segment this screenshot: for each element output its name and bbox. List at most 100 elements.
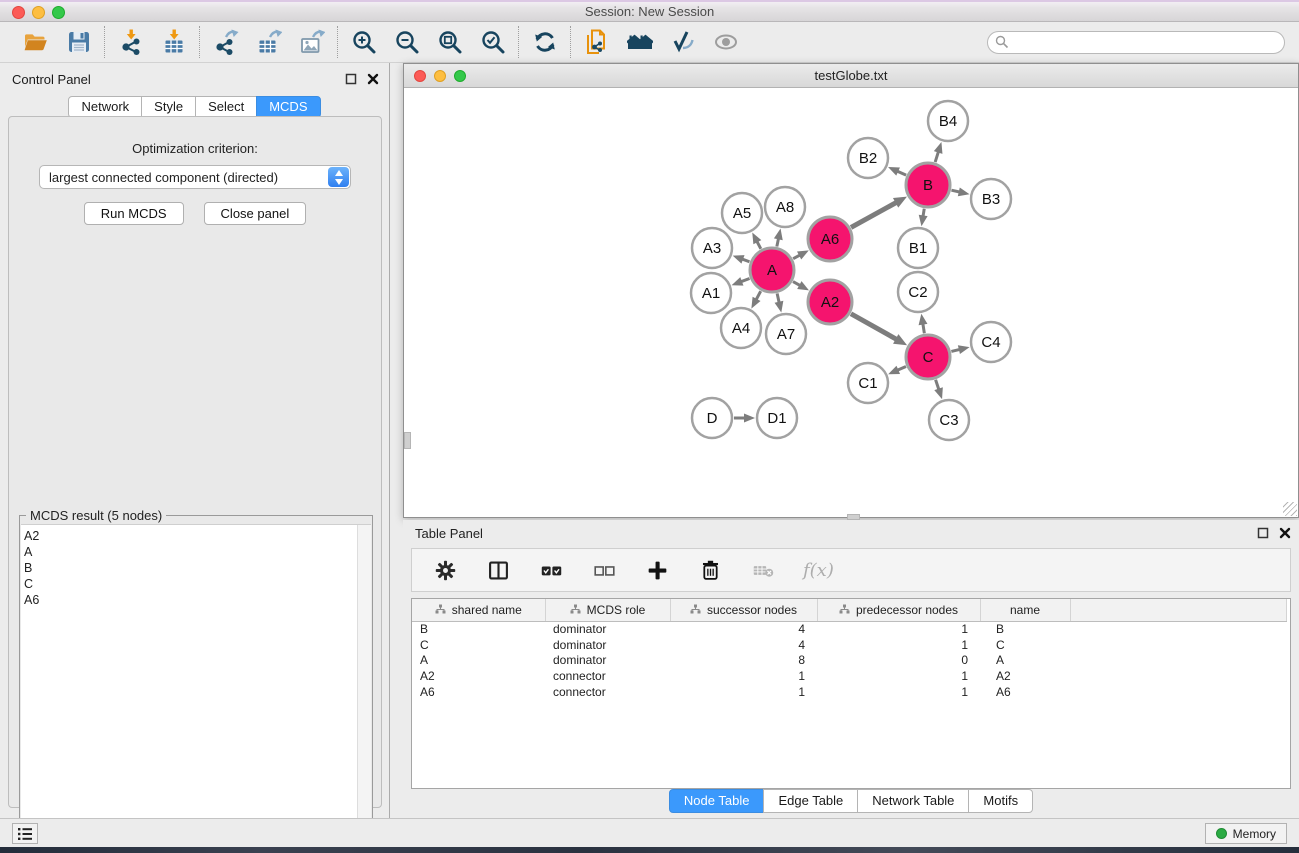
search-input[interactable] xyxy=(987,31,1285,54)
graph-node-A5[interactable]: A5 xyxy=(722,193,762,233)
table-cell[interactable]: 1 xyxy=(817,668,980,684)
table-cell[interactable]: connector xyxy=(545,668,670,684)
tab-network-table[interactable]: Network Table xyxy=(857,789,969,813)
table-cell[interactable]: 4 xyxy=(670,621,817,637)
float-panel-icon[interactable] xyxy=(345,73,357,85)
table-cell[interactable]: 4 xyxy=(670,637,817,653)
graph-edge-A2-C[interactable] xyxy=(851,314,898,340)
zoom-selected-icon[interactable] xyxy=(479,29,506,56)
zoom-in-icon[interactable] xyxy=(350,29,377,56)
show-hide-graphics-icon[interactable] xyxy=(712,29,739,56)
tab-edge-table[interactable]: Edge Table xyxy=(763,789,858,813)
table-cell[interactable]: dominator xyxy=(545,652,670,668)
mcds-result-item[interactable]: A xyxy=(24,544,371,560)
graph-node-D1[interactable]: D1 xyxy=(757,398,797,438)
table-header-row[interactable]: shared nameMCDS rolesuccessor nodesprede… xyxy=(412,599,1286,621)
export-table-icon[interactable] xyxy=(255,29,282,56)
network-vscrollbar[interactable] xyxy=(404,432,411,449)
tab-style[interactable]: Style xyxy=(141,96,196,118)
graph-edge-A6-B[interactable] xyxy=(851,202,897,228)
export-network-icon[interactable] xyxy=(212,29,239,56)
column-header-predecessor-nodes[interactable]: predecessor nodes xyxy=(817,599,980,621)
refresh-icon[interactable] xyxy=(531,29,558,56)
table-cell[interactable]: 8 xyxy=(670,652,817,668)
graph-node-A[interactable]: A xyxy=(750,248,794,292)
graph-node-A4[interactable]: A4 xyxy=(721,308,761,348)
window-resize-grip[interactable] xyxy=(1283,502,1297,516)
memory-button[interactable]: Memory xyxy=(1205,823,1287,844)
graph-node-A1[interactable]: A1 xyxy=(691,273,731,313)
graph-node-A8[interactable]: A8 xyxy=(765,187,805,227)
table-settings-gear-icon[interactable] xyxy=(432,557,459,584)
table-cell[interactable]: A6 xyxy=(412,684,545,700)
table-cell[interactable]: A2 xyxy=(980,668,1070,684)
graph-node-C4[interactable]: C4 xyxy=(971,322,1011,362)
select-all-icon[interactable] xyxy=(538,557,565,584)
table-cell[interactable]: 1 xyxy=(817,684,980,700)
task-history-button[interactable] xyxy=(12,823,38,844)
zoom-fit-icon[interactable] xyxy=(436,29,463,56)
tab-mcds[interactable]: MCDS xyxy=(256,96,320,118)
column-header-name[interactable]: name xyxy=(980,599,1070,621)
export-image-icon[interactable] xyxy=(298,29,325,56)
close-panel-icon[interactable] xyxy=(367,73,379,85)
mcds-result-item[interactable]: C xyxy=(24,576,371,592)
result-scrollbar[interactable] xyxy=(357,525,371,849)
open-file-icon[interactable] xyxy=(22,29,49,56)
graph-node-B3[interactable]: B3 xyxy=(971,179,1011,219)
unselect-all-icon[interactable] xyxy=(591,557,618,584)
table-cell[interactable]: dominator xyxy=(545,637,670,653)
clone-network-icon[interactable] xyxy=(583,29,610,56)
graph-node-B2[interactable]: B2 xyxy=(848,138,888,178)
import-table-icon[interactable] xyxy=(160,29,187,56)
graph-node-C2[interactable]: C2 xyxy=(898,272,938,312)
network-canvas[interactable]: B4B2BB3A8A5A6A3B1AA1C2A2A4A7C4CC1C3DD1 xyxy=(404,88,1298,517)
table-cell[interactable]: A xyxy=(980,652,1070,668)
graph-node-B4[interactable]: B4 xyxy=(928,101,968,141)
graphics-details-icon[interactable] xyxy=(669,29,696,56)
graph-node-A6[interactable]: A6 xyxy=(808,217,852,261)
zoom-out-icon[interactable] xyxy=(393,29,420,56)
table-cell[interactable]: A2 xyxy=(412,668,545,684)
table-cell[interactable]: 1 xyxy=(670,684,817,700)
graph-node-A7[interactable]: A7 xyxy=(766,314,806,354)
mcds-result-item[interactable]: A2 xyxy=(24,528,371,544)
tab-network[interactable]: Network xyxy=(68,96,142,118)
add-column-icon[interactable] xyxy=(644,557,671,584)
save-session-icon[interactable] xyxy=(65,29,92,56)
graph-node-A3[interactable]: A3 xyxy=(692,228,732,268)
table-cell[interactable]: C xyxy=(980,637,1070,653)
table-cell[interactable]: 0 xyxy=(817,652,980,668)
run-mcds-button[interactable]: Run MCDS xyxy=(84,202,184,225)
graph-node-A2[interactable]: A2 xyxy=(808,280,852,324)
float-table-panel-icon[interactable] xyxy=(1257,527,1269,539)
table-cell[interactable]: B xyxy=(980,621,1070,637)
show-column-icon[interactable] xyxy=(485,557,512,584)
mcds-result-item[interactable]: B xyxy=(24,560,371,576)
tab-node-table[interactable]: Node Table xyxy=(669,789,765,813)
table-cell[interactable]: A6 xyxy=(980,684,1070,700)
home-layout-icon[interactable] xyxy=(626,29,653,56)
graph-node-C1[interactable]: C1 xyxy=(848,363,888,403)
mcds-result-item[interactable]: A6 xyxy=(24,592,371,608)
table-cell[interactable]: B xyxy=(412,621,545,637)
table-row[interactable]: Adominator80A xyxy=(412,652,1286,668)
import-network-icon[interactable] xyxy=(117,29,144,56)
graph-node-C[interactable]: C xyxy=(906,335,950,379)
table-cell[interactable]: connector xyxy=(545,684,670,700)
table-row[interactable]: A2connector11A2 xyxy=(412,668,1286,684)
graph-node-D[interactable]: D xyxy=(692,398,732,438)
tab-select[interactable]: Select xyxy=(195,96,257,118)
table-row[interactable]: Bdominator41B xyxy=(412,621,1286,637)
criterion-dropdown[interactable]: largest connected component (directed) xyxy=(39,165,351,189)
delete-column-icon[interactable] xyxy=(697,557,724,584)
graph-node-B[interactable]: B xyxy=(906,163,950,207)
table-cell[interactable]: 1 xyxy=(817,637,980,653)
close-panel-button[interactable]: Close panel xyxy=(204,202,307,225)
table-row[interactable]: A6connector11A6 xyxy=(412,684,1286,700)
table-cell[interactable]: A xyxy=(412,652,545,668)
graph-node-C3[interactable]: C3 xyxy=(929,400,969,440)
column-header-successor-nodes[interactable]: successor nodes xyxy=(670,599,817,621)
column-header-MCDS-role[interactable]: MCDS role xyxy=(545,599,670,621)
close-table-panel-icon[interactable] xyxy=(1279,527,1291,539)
